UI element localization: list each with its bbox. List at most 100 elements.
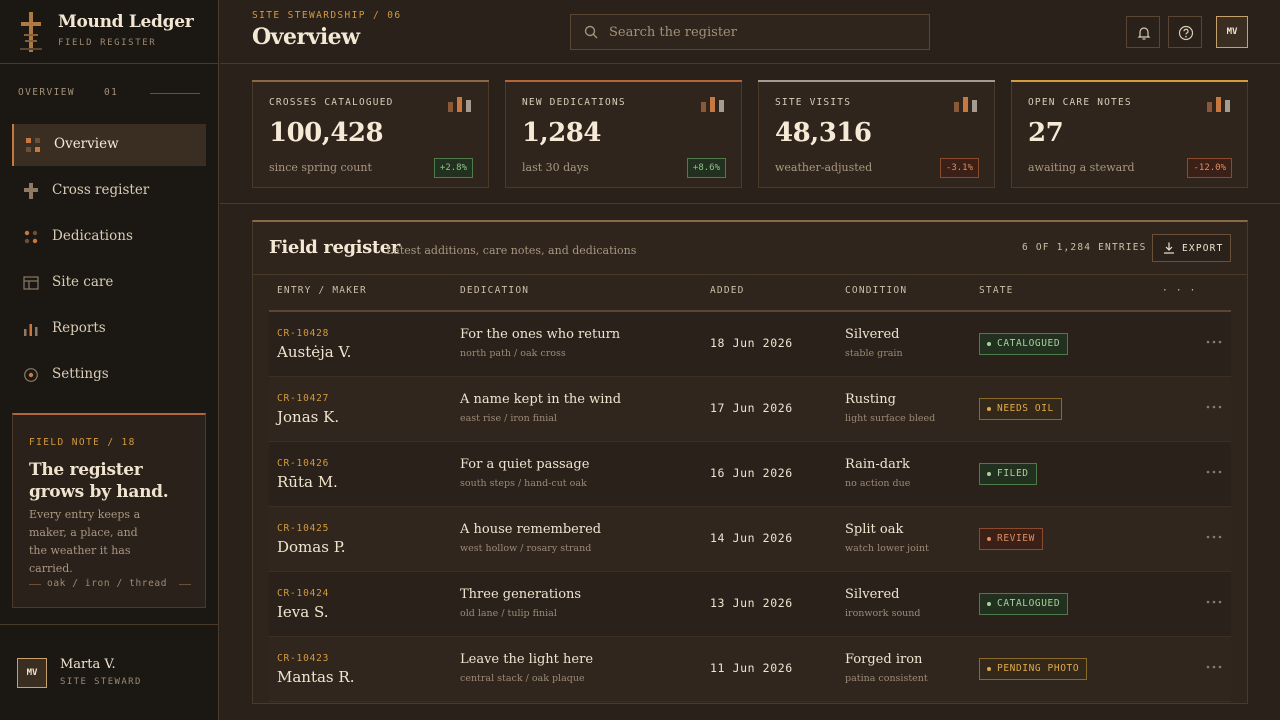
entry-id[interactable]: CR-10424: [277, 588, 329, 599]
sidebar-item-dedications[interactable]: Dedications: [12, 216, 206, 258]
column-header-actions[interactable]: · · ·: [1162, 285, 1197, 296]
status-badge: NEEDS OIL: [979, 398, 1062, 420]
stat-card-new-dedications: NEW DEDICATIONS 1,284 last 30 days +8.6%: [505, 80, 742, 188]
table-row[interactable]: CR-10425 Domas P. A house remembered wes…: [269, 507, 1231, 572]
sidebar-item-cross-register[interactable]: Cross register: [12, 170, 206, 212]
sidebar-item-label: Dedications: [52, 228, 133, 244]
more-icon[interactable]: [1204, 594, 1224, 610]
status-badge: CATALOGUED: [979, 333, 1069, 355]
stat-value: 1,284: [522, 118, 601, 148]
condition: Rain-dark: [845, 457, 910, 472]
search-input[interactable]: [609, 21, 919, 43]
table-row[interactable]: CR-10426 Rūta M. For a quiet passage sou…: [269, 442, 1231, 507]
condition: Silvered: [845, 327, 900, 342]
sidebar-item-site-care[interactable]: Site care: [12, 262, 206, 304]
entry-count: 6 OF 1,284 ENTRIES: [1022, 242, 1147, 253]
mini-bars-icon: [448, 97, 471, 112]
added-date: 11 Jun 2026: [710, 661, 793, 675]
more-icon[interactable]: [1204, 659, 1224, 675]
page-title: Overview: [252, 24, 360, 50]
more-icon[interactable]: [1204, 464, 1224, 480]
panel-subtitle: Latest additions, care notes, and dedica…: [386, 244, 637, 257]
condition: Split oak: [845, 522, 904, 537]
stat-label: OPEN CARE NOTES: [1028, 97, 1132, 108]
added-date: 13 Jun 2026: [710, 596, 793, 610]
brand-title: Mound Ledger: [58, 12, 194, 32]
stat-accent: [1011, 80, 1248, 82]
entry-maker: Jonas K.: [277, 408, 340, 426]
cross-logo-icon: [20, 12, 42, 52]
mini-bars-icon: [701, 97, 724, 112]
more-icon[interactable]: [1204, 529, 1224, 545]
note-title: The register grows by hand.: [29, 460, 169, 502]
current-user[interactable]: MV Marta V. SITE STEWARD: [0, 624, 218, 720]
sidebar-item-settings[interactable]: Settings: [12, 354, 206, 396]
more-icon[interactable]: [1204, 399, 1224, 415]
table-row[interactable]: CR-10428 Austėja V. For the ones who ret…: [269, 312, 1231, 377]
dedication-location: old lane / tulip finial: [460, 608, 557, 619]
entry-id[interactable]: CR-10426: [277, 458, 329, 469]
column-header-dedication[interactable]: DEDICATION: [460, 285, 529, 296]
cross-icon: [24, 183, 38, 199]
sidebar-item-label: Reports: [52, 320, 106, 336]
dedication-location: south steps / hand-cut oak: [460, 478, 587, 489]
dedication-location: north path / oak cross: [460, 348, 566, 359]
export-button[interactable]: EXPORT: [1152, 234, 1231, 262]
table-row[interactable]: CR-10423 Mantas R. Leave the light here …: [269, 637, 1231, 702]
condition: Rusting: [845, 392, 896, 407]
stat-card-crosses-catalogued: CROSSES CATALOGUED 100,428 since spring …: [252, 80, 489, 188]
condition-note: stable grain: [845, 348, 903, 359]
search-box[interactable]: [570, 14, 930, 50]
entry-maker: Austėja V.: [277, 343, 352, 361]
stat-card-open-care-notes: OPEN CARE NOTES 27 awaiting a steward -1…: [1011, 80, 1248, 188]
status-badge: CATALOGUED: [979, 593, 1069, 615]
stat-label: SITE VISITS: [775, 97, 852, 108]
entry-id[interactable]: CR-10428: [277, 328, 329, 339]
more-icon[interactable]: [1204, 334, 1224, 350]
sidebar-item-reports[interactable]: Reports: [12, 308, 206, 350]
stat-subtext: last 30 days: [522, 161, 589, 174]
table-row[interactable]: CR-10424 Ieva S. Three generations old l…: [269, 572, 1231, 637]
stat-label: NEW DEDICATIONS: [522, 97, 626, 108]
column-header-added[interactable]: ADDED: [710, 285, 745, 296]
condition-note: no action due: [845, 478, 911, 489]
stat-accent: [505, 80, 742, 82]
notifications-button[interactable]: [1126, 16, 1160, 48]
column-header-condition[interactable]: CONDITION: [845, 285, 907, 296]
field-note-card: FIELD NOTE / 18 The register grows by ha…: [12, 413, 206, 608]
dedication-location: east rise / iron finial: [460, 413, 557, 424]
entry-id[interactable]: CR-10425: [277, 523, 329, 534]
dedication-title: A name kept in the wind: [460, 392, 622, 407]
stat-delta: +2.8%: [433, 158, 473, 178]
search-icon: [584, 25, 598, 39]
help-button[interactable]: [1168, 16, 1202, 48]
avatar-button[interactable]: MV: [1216, 16, 1248, 48]
dedication-location: central stack / oak plaque: [460, 673, 585, 684]
condition-note: watch lower joint: [845, 543, 929, 554]
sidebar-item-label: Site care: [52, 274, 114, 290]
added-date: 16 Jun 2026: [710, 466, 793, 480]
dedication-title: For the ones who return: [460, 327, 621, 342]
sidebar-item-label: Settings: [52, 366, 109, 382]
stat-subtext: awaiting a steward: [1028, 161, 1135, 174]
gear-icon: [24, 368, 38, 382]
top-bar: SITE STEWARDSHIP / 06 Overview MV: [220, 0, 1280, 64]
table-icon: [23, 276, 39, 290]
condition: Forged iron: [845, 652, 923, 667]
table-row[interactable]: CR-10427 Jonas K. A name kept in the win…: [269, 377, 1231, 442]
added-date: 18 Jun 2026: [710, 336, 793, 350]
column-header-state[interactable]: STATE: [979, 285, 1014, 296]
column-header-entry[interactable]: ENTRY / MAKER: [277, 285, 367, 296]
stat-subtext: weather-adjusted: [775, 161, 873, 174]
nav-section-number: 01: [104, 87, 119, 98]
download-icon: [1164, 242, 1174, 254]
entry-id[interactable]: CR-10423: [277, 653, 329, 664]
added-date: 17 Jun 2026: [710, 401, 793, 415]
note-footer: oak / iron / thread: [29, 578, 191, 590]
bar-chart-icon: [24, 324, 38, 336]
sidebar-item-overview[interactable]: Overview: [12, 124, 206, 166]
dedication-title: A house remembered: [460, 522, 602, 537]
entry-id[interactable]: CR-10427: [277, 393, 329, 404]
condition: Silvered: [845, 587, 900, 602]
dedication-title: Leave the light here: [460, 652, 594, 667]
